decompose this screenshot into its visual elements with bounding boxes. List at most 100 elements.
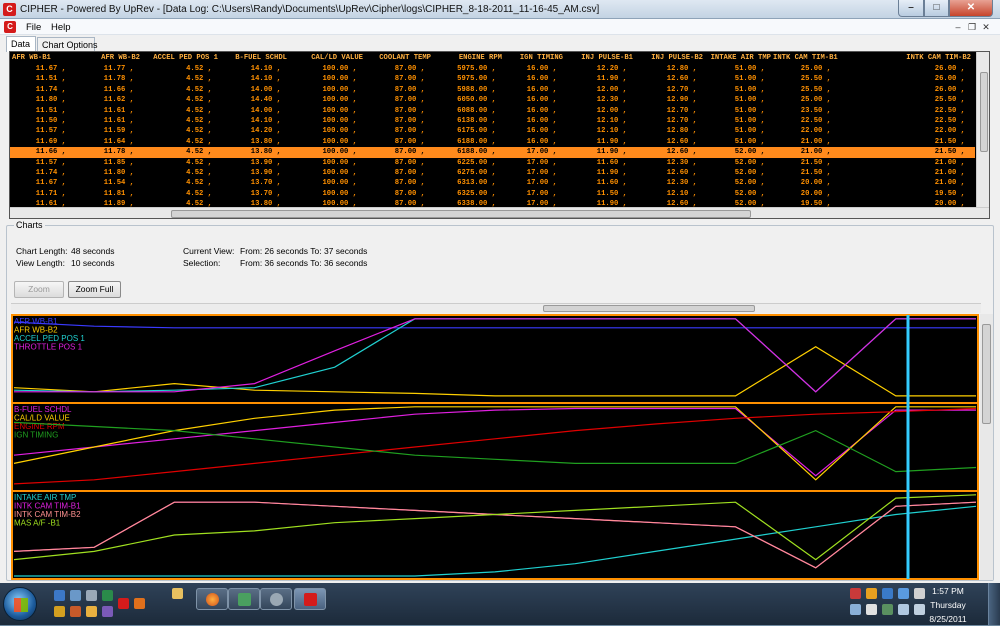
grid-cell: 51.00 , [734, 75, 765, 84]
folder-icon[interactable] [172, 588, 183, 599]
grid-cell: 12.00 , [596, 85, 627, 94]
series-line [13, 421, 977, 473]
child-minimize-button[interactable]: – [952, 21, 964, 33]
grid-cell: 13.70 , [250, 179, 281, 188]
app-icon[interactable]: C [3, 3, 16, 16]
grid-cell: 5975.00 , [457, 75, 496, 84]
firefox-quick-icon[interactable] [86, 606, 97, 617]
taskbar-cipher[interactable] [294, 588, 326, 610]
series-line [13, 318, 976, 393]
grid-cell: 14.20 , [250, 127, 281, 136]
chart-area[interactable]: AFR WB-B1 AFR WB-B2 ACCEL PED POS 1 THROTTL… [11, 314, 979, 580]
child-restore-button[interactable]: ❐ [966, 21, 978, 33]
document-icon[interactable]: C [4, 21, 16, 33]
grid-cell: 4.52 , [186, 179, 212, 188]
taskbar-firefox[interactable] [196, 588, 228, 610]
series-line [13, 407, 977, 485]
app-quick-icon[interactable] [102, 590, 113, 601]
series-line [13, 321, 976, 329]
grid-cell: 87.00 , [394, 189, 425, 198]
grid-cell: 51.00 , [734, 127, 765, 136]
tab-data[interactable]: Data [6, 36, 36, 52]
tray-icon-1[interactable] [850, 588, 861, 599]
taskbar-network[interactable] [228, 588, 260, 610]
grid-horizontal-scroll-thumb[interactable] [171, 210, 751, 218]
grid-cell: 11.78 , [103, 75, 134, 84]
grid-cell: 52.00 , [734, 179, 765, 188]
browser-quick-icon[interactable] [134, 598, 145, 609]
zoom-button[interactable]: Zoom [14, 281, 64, 298]
folder-quick-icon[interactable] [54, 606, 65, 617]
network-tray-icon[interactable] [898, 604, 909, 615]
grid-cell: 100.00 , [322, 65, 357, 73]
taskbar-drive[interactable] [260, 588, 292, 610]
series-line [13, 501, 977, 569]
media-quick-icon[interactable] [86, 590, 97, 601]
grid-cell: 100.00 , [322, 75, 357, 84]
tray-icon-7[interactable] [866, 604, 877, 615]
chart-horizontal-scrollbar[interactable] [11, 303, 981, 313]
tab-chart-options[interactable]: Chart Options [37, 37, 98, 52]
grid-cell: 87.00 , [394, 158, 425, 167]
data-grid[interactable]: AFR WB-B1 AFR WB-B2 ACCEL PED POS 1 B-FUEL … [9, 51, 990, 219]
column-header: INTK CAM TIM-B1 [773, 54, 838, 62]
tray-icon-2[interactable] [866, 588, 877, 599]
grid-cell: 11.90 , [596, 148, 627, 157]
grid-cell: 21.50 , [800, 158, 831, 167]
tray-icon-3[interactable] [882, 588, 893, 599]
grid-horizontal-scrollbar[interactable] [10, 207, 989, 218]
chart-vertical-scroll-thumb[interactable] [982, 324, 991, 424]
close-button[interactable]: ✕ [949, 0, 993, 17]
grid-cell: 16.00 , [526, 96, 557, 105]
title-bar[interactable]: C CIPHER - Powered By UpRev - [Data Log:… [0, 0, 1000, 19]
clock[interactable]: 1:57 PM Thursday 8/25/2011 [920, 584, 976, 626]
grid-cell: 12.20 , [596, 65, 627, 73]
chart-length-value: 48 seconds [71, 246, 115, 256]
grid-cell: 11.90 , [596, 75, 627, 84]
show-desktop-quick-icon[interactable] [54, 590, 65, 601]
grid-cell: 12.70 , [666, 85, 697, 94]
grid-cell: 100.00 , [322, 85, 357, 94]
grid-cell: 87.00 , [394, 137, 425, 146]
grid-cell: 14.10 , [250, 75, 281, 84]
child-close-button[interactable]: ✕ [980, 21, 992, 33]
series-line [13, 345, 976, 397]
menu-file[interactable]: File [26, 22, 41, 33]
grid-vertical-scrollbar[interactable] [976, 52, 989, 207]
utility-quick-icon[interactable] [102, 606, 113, 617]
grid-cell: 21.50 , [934, 137, 965, 146]
zoom-full-button[interactable]: Zoom Full [68, 281, 121, 298]
grid-cell: 4.52 , [186, 127, 212, 136]
minimize-button[interactable]: – [898, 0, 924, 17]
grid-cell: 100.00 , [322, 158, 357, 167]
grid-cell: 17.00 , [526, 148, 557, 157]
tool-quick-icon[interactable] [70, 606, 81, 617]
grid-cell: 20.00 , [800, 189, 831, 198]
start-button[interactable] [3, 587, 37, 621]
chart-vertical-scrollbar[interactable] [980, 314, 993, 580]
tray-icon-8[interactable] [882, 604, 893, 615]
grid-cell: 100.00 , [322, 106, 357, 115]
menu-help[interactable]: Help [51, 22, 71, 33]
grid-cell: 52.00 , [734, 148, 765, 157]
explorer-quick-icon[interactable] [70, 590, 81, 601]
grid-cell: 52.00 , [734, 169, 765, 177]
grid-vertical-scroll-thumb[interactable] [980, 72, 988, 152]
maximize-button[interactable]: □ [924, 0, 949, 17]
grid-cell: 11.67 , [35, 65, 66, 73]
tray-icon-4[interactable] [898, 588, 909, 599]
cipher-quick-icon[interactable] [118, 598, 129, 609]
view-length-value: 10 seconds [71, 258, 115, 268]
grid-cell: 100.00 , [322, 169, 357, 177]
chart-horizontal-scroll-thumb[interactable] [543, 305, 755, 312]
menu-bar: C File Help – ❐ ✕ [0, 19, 1000, 35]
charts-canvas[interactable]: AFR WB-B1AFR WB-B2ACCEL PED POS 1THROTTL… [12, 315, 978, 579]
grid-cell: 11.50 , [596, 189, 627, 198]
tray-icon-6[interactable] [850, 604, 861, 615]
show-desktop-button[interactable] [988, 583, 1000, 625]
grid-cell: 6188.00 , [457, 137, 496, 146]
grid-cell: 100.00 , [322, 189, 357, 198]
grid-cell: 51.00 , [734, 65, 765, 73]
current-view-label: Current View: [183, 246, 235, 256]
grid-cell: 26.00 , [934, 75, 965, 84]
